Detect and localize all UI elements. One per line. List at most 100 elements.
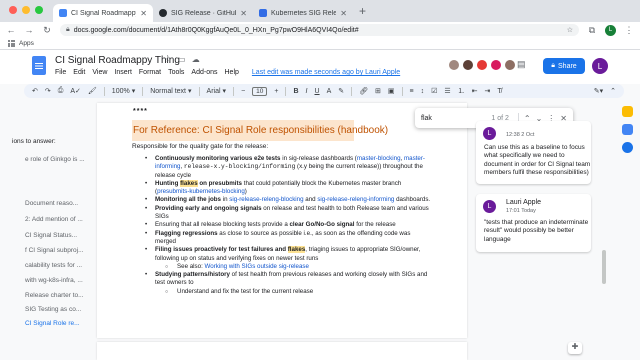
list-item[interactable]: Studying patterns/history of test health… (141, 271, 431, 288)
outline-item[interactable]: Release charter to... (25, 292, 90, 299)
scrollbar-thumb[interactable] (602, 250, 606, 284)
outline-item[interactable]: Document reaso... (25, 200, 90, 207)
forward-icon[interactable]: → (24, 25, 34, 35)
menu-format[interactable]: Format (139, 69, 161, 76)
editing-mode-icon[interactable]: ✎▾ (594, 87, 603, 95)
italic-icon[interactable]: I (306, 88, 308, 95)
outline-item[interactable]: e role of Ginkgo is ... (25, 156, 90, 163)
new-tab-button[interactable]: + (353, 4, 372, 22)
find-input[interactable]: flak (421, 115, 486, 122)
outline-item[interactable]: SIG Testing as co... (25, 306, 90, 313)
releng-informing-link[interactable]: sig-release-releng-informing (317, 196, 394, 203)
insert-image-icon[interactable]: ▣ (388, 87, 395, 95)
print-icon[interactable]: ⎙ (58, 87, 64, 95)
close-tab-icon[interactable]: ✕ (340, 9, 347, 18)
list-item[interactable]: Monitoring all the jobs in sig-release-r… (141, 196, 431, 205)
menu-file[interactable]: File (55, 69, 66, 76)
text-color-icon[interactable]: A (327, 88, 332, 95)
increase-indent-icon[interactable]: ⇥ (485, 87, 491, 95)
star-icon[interactable]: ☆ (165, 55, 172, 64)
sub-list-item[interactable]: Understand and fix the test for the curr… (141, 288, 431, 297)
highlight-icon[interactable]: ✎ (338, 87, 344, 95)
link-icon[interactable]: 🔗︎ (359, 87, 368, 95)
align-icon[interactable]: ≡ (410, 88, 414, 95)
bold-icon[interactable]: B (293, 88, 298, 95)
line-spacing-icon[interactable]: ↕ (421, 88, 425, 95)
font-select[interactable]: Arial ▾ (207, 87, 227, 96)
bulleted-list-icon[interactable]: ☰ (444, 87, 450, 95)
comment-card[interactable]: L 12:38 2 Oct Can use this as a baseline… (476, 121, 591, 184)
outline-item[interactable]: f CI Signal subproj... (25, 247, 90, 254)
comment-history-icon[interactable]: ▤ (517, 59, 526, 70)
decrease-indent-icon[interactable]: ⇤ (472, 87, 478, 95)
paint-format-icon[interactable]: 🖌︎ (88, 87, 97, 95)
move-folder-icon[interactable]: ▭ (178, 55, 186, 64)
browser-profile-avatar[interactable]: L (605, 24, 616, 36)
browser-tab[interactable]: Kubernetes SIG Release - Me ✕ (253, 4, 353, 22)
underline-icon[interactable]: U (315, 88, 320, 95)
menu-edit[interactable]: Edit (73, 69, 85, 76)
presubmits-link[interactable]: presubmits-kubernetes-blocking (157, 188, 245, 195)
maximize-window-button[interactable] (35, 6, 43, 14)
working-with-sigs-link[interactable]: Working with SIGs outside sig-release (205, 263, 309, 270)
outline-heading[interactable]: ions to answer: (12, 138, 56, 145)
list-item[interactable]: Providing early and ongoing signals on r… (141, 205, 431, 222)
increase-font-size-icon[interactable]: + (274, 88, 278, 95)
list-item[interactable]: Hunting flakes on presubmits that could … (141, 179, 431, 197)
spellcheck-icon[interactable]: A✓ (70, 87, 81, 95)
document-page[interactable]: **** For Reference: CI Signal Role respo… (97, 103, 467, 338)
collaborator-avatar[interactable] (504, 59, 516, 71)
list-item[interactable]: Filing issues proactively for test failu… (141, 246, 431, 263)
menu-add-ons[interactable]: Add-ons (191, 69, 217, 76)
checklist-icon[interactable]: ☑ (431, 87, 437, 95)
releng-blocking-link[interactable]: sig-release-releng-blocking (229, 196, 303, 203)
outline-item[interactable]: calability tests for ... (25, 262, 90, 269)
bookmark-star-icon[interactable]: ☆ (567, 26, 573, 34)
list-item[interactable]: Ensuring that all release blocking tests… (141, 221, 431, 230)
close-tab-icon[interactable]: ✕ (240, 9, 247, 18)
collaborator-avatar[interactable] (476, 59, 488, 71)
reload-icon[interactable]: ↻ (42, 25, 52, 36)
list-item[interactable]: Continuously monitoring various e2e test… (141, 155, 431, 180)
section-heading[interactable]: For Reference: CI Signal Role responsibi… (133, 125, 388, 136)
back-icon[interactable]: ← (6, 25, 16, 35)
apps-bookmark[interactable]: Apps (19, 40, 34, 47)
collaborator-avatar[interactable] (490, 59, 502, 71)
add-comment-icon[interactable]: ⊞ (375, 87, 381, 95)
menu-insert[interactable]: Insert (114, 69, 132, 76)
google-docs-logo-icon[interactable] (32, 56, 46, 75)
extensions-icon[interactable]: ⧉ (587, 25, 597, 36)
menu-tools[interactable]: Tools (168, 69, 184, 76)
minimize-window-button[interactable] (22, 6, 30, 14)
decrease-font-size-icon[interactable]: − (241, 88, 245, 95)
collapse-toolbar-icon[interactable]: ⌃ (610, 87, 616, 95)
collaborator-avatar[interactable] (462, 59, 474, 71)
document-title[interactable]: CI Signal Roadmappy Thing (55, 55, 180, 66)
last-edit-link[interactable]: Last edit was made seconds ago by Lauri … (252, 69, 400, 76)
close-tab-icon[interactable]: ✕ (140, 9, 147, 18)
collaborator-avatar[interactable] (448, 59, 460, 71)
outline-item-active[interactable]: CI Signal Role re... (25, 320, 90, 327)
font-size-field[interactable]: 10 (252, 86, 268, 96)
sub-list-item[interactable]: See also: Working with SIGs outside sig-… (141, 263, 431, 272)
tasks-icon[interactable] (622, 124, 633, 135)
comment-card[interactable]: L Lauri Apple 17:01 Today "tests that pr… (476, 194, 591, 252)
share-button[interactable]: 🔒︎ Share (543, 58, 585, 74)
clear-formatting-icon[interactable]: T̸ (497, 88, 501, 95)
calendar-icon[interactable] (622, 142, 633, 153)
menu-view[interactable]: View (92, 69, 107, 76)
style-select[interactable]: Normal text ▾ (150, 87, 191, 96)
redo-icon[interactable]: ↷ (45, 87, 51, 95)
undo-icon[interactable]: ↶ (32, 87, 38, 95)
url-field[interactable]: 🔒︎ docs.google.com/document/d/1Ath8r0Q0K… (60, 24, 579, 36)
keep-icon[interactable] (622, 106, 633, 117)
explore-icon[interactable]: ✚ (568, 342, 582, 354)
outline-item[interactable]: with wg-k8s-infra, ... (25, 277, 90, 284)
zoom-select[interactable]: 100% ▾ (112, 87, 135, 96)
intro-text[interactable]: Responsible for the quality gate for the… (132, 143, 268, 150)
browser-menu-icon[interactable]: ⋮ (624, 25, 634, 36)
user-avatar[interactable]: L (592, 58, 608, 74)
master-blocking-link[interactable]: master-blocking (357, 155, 401, 162)
outline-item[interactable]: 2: Add mention of ... (25, 216, 90, 223)
browser-tab[interactable]: SIG Release · GitHub ✕ (153, 4, 253, 22)
